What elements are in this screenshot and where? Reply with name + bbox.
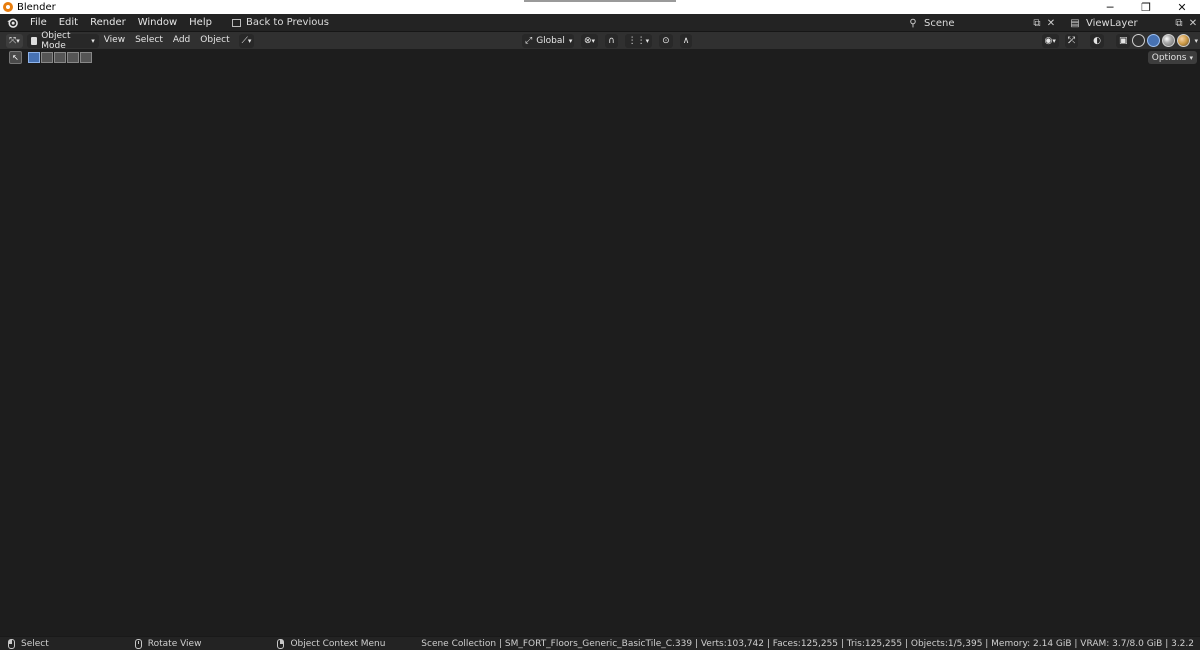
mouse-right-icon	[277, 638, 285, 649]
status-bar: Select Rotate View Object Context Menu S…	[0, 636, 1200, 650]
select-invert-icon[interactable]	[67, 51, 79, 63]
maximize-button[interactable]: ❐	[1128, 0, 1164, 14]
falloff-curve-icon: ∧	[682, 35, 690, 46]
viewport-menu-select[interactable]: Select	[130, 32, 168, 49]
viewport-menu-object[interactable]: Object	[195, 32, 234, 49]
select-extend-icon[interactable]	[41, 51, 53, 63]
snap-increment-icon: ⋮⋮	[627, 35, 646, 46]
overlays-toggle[interactable]: ◐	[1090, 33, 1104, 48]
proportional-icon: ⊙	[662, 35, 670, 46]
pivot-icon: ⊗	[584, 35, 592, 46]
orientation-icon: ⤢	[525, 35, 533, 46]
blender-app-icon	[3, 2, 13, 12]
viewport-menu-view[interactable]: View	[99, 32, 130, 49]
proportional-edit-toggle[interactable]: ⊙	[659, 33, 673, 48]
select-subtract-icon[interactable]	[54, 51, 66, 63]
magnet-icon: ∩	[608, 35, 615, 46]
chevron-down-icon: ▾	[591, 36, 596, 45]
editor-type-button[interactable]: ⤧ ▾	[6, 33, 23, 48]
gizmo-icon: ⤱	[1067, 35, 1076, 46]
menu-window[interactable]: Window	[132, 14, 183, 32]
visibility-dropdown[interactable]: ◉ ▾	[1041, 33, 1059, 48]
window-title-bar: Blender ─ ❐ ✕	[0, 0, 1200, 14]
back-to-previous-button[interactable]: Back to Previous	[226, 17, 335, 28]
scene-statistics: Scene Collection | SM_FORT_Floors_Generi…	[421, 639, 1194, 649]
chevron-down-icon[interactable]: ▾	[1194, 37, 1198, 45]
minimize-button[interactable]: ─	[1092, 0, 1128, 14]
wireframe-shading-icon[interactable]	[1132, 34, 1146, 47]
rendered-shading-icon[interactable]	[1177, 34, 1191, 47]
falloff-dropdown[interactable]: ∧	[679, 33, 693, 48]
chevron-down-icon: ▾	[645, 36, 650, 45]
xray-toggle[interactable]: ▣	[1115, 33, 1131, 48]
snap-toggle[interactable]: ∩	[605, 33, 618, 48]
chevron-down-icon: ▾	[247, 36, 252, 45]
object-mode-label: Object Mode	[41, 30, 71, 51]
select-new-icon[interactable]	[28, 51, 40, 63]
chevron-down-icon: ▾	[568, 36, 573, 45]
window-title: Blender	[17, 1, 56, 13]
new-view-layer-icon[interactable]: ⧉	[1172, 16, 1186, 30]
gpencil-dropdown[interactable]: ⟋ ▾	[238, 33, 255, 48]
hint-select: Select	[8, 638, 49, 649]
solid-shading-icon[interactable]	[1147, 34, 1161, 47]
3d-viewport[interactable]	[0, 32, 1200, 636]
menu-file[interactable]: File	[24, 14, 53, 32]
options-dropdown[interactable]: Options ▾	[1147, 51, 1197, 64]
axes-icon: ⤧	[9, 35, 17, 46]
scene-name: Scene	[924, 17, 955, 29]
object-mode-dropdown[interactable]: Object Mode ▾	[26, 30, 99, 51]
gizmo-toggle[interactable]: ⤱	[1064, 33, 1079, 48]
select-box-tool-icon[interactable]: ↖	[9, 50, 22, 64]
orientation-label: Global	[536, 35, 565, 46]
material-shading-icon[interactable]	[1162, 34, 1176, 47]
scene-selector[interactable]: ⚲ Scene	[902, 16, 1030, 30]
menu-render[interactable]: Render	[84, 14, 132, 32]
menu-help[interactable]: Help	[183, 14, 218, 32]
hint-context-label: Object Context Menu	[290, 638, 386, 649]
new-scene-icon[interactable]: ⧉	[1030, 16, 1044, 30]
chevron-down-icon: ▾	[1052, 36, 1056, 45]
hint-rotate-label: Rotate View	[147, 638, 202, 649]
chevron-down-icon: ▾	[1189, 53, 1193, 62]
options-label: Options	[1151, 52, 1187, 63]
eye-icon: ◉	[1044, 35, 1053, 46]
hint-select-label: Select	[21, 638, 49, 649]
hint-context-menu: Object Context Menu	[277, 638, 386, 649]
view-layer-selector[interactable]: ▤ ViewLayer	[1064, 16, 1172, 30]
close-button[interactable]: ✕	[1164, 0, 1200, 14]
overlays-icon: ◐	[1093, 35, 1101, 46]
chevron-down-icon: ▾	[16, 36, 20, 45]
tool-settings-row: ↖ Options ▾	[0, 49, 1200, 65]
top-menu-bar: File Edit Render Window Help Back to Pre…	[0, 14, 1200, 32]
selection-mode-group	[28, 51, 92, 63]
scene-icon: ⚲	[909, 17, 917, 29]
mouse-middle-icon	[134, 638, 142, 649]
select-intersect-icon[interactable]	[80, 51, 92, 63]
view-layer-name: ViewLayer	[1086, 17, 1138, 29]
menu-edit[interactable]: Edit	[53, 14, 84, 32]
snap-target-dropdown[interactable]: ⋮⋮ ▾	[624, 33, 653, 48]
mouse-left-icon	[8, 638, 15, 649]
blender-logo-icon[interactable]	[0, 14, 24, 32]
hint-rotate-view: Rotate View	[134, 638, 202, 649]
chevron-down-icon: ▾	[91, 36, 95, 45]
view-layer-icon: ▤	[1070, 17, 1080, 29]
xray-icon: ▣	[1118, 35, 1128, 46]
viewport-header: ⤧ ▾ Object Mode ▾ View Select Add Object …	[0, 30, 1200, 51]
delete-scene-icon[interactable]: ✕	[1044, 16, 1058, 30]
transform-orientation-dropdown[interactable]: ⤢ Global ▾	[522, 33, 574, 48]
object-mode-icon	[30, 36, 38, 45]
delete-view-layer-icon[interactable]: ✕	[1186, 16, 1200, 30]
viewport-menu-add[interactable]: Add	[168, 32, 195, 49]
title-drag-indicator	[524, 0, 676, 2]
pivot-point-dropdown[interactable]: ⊗ ▾	[581, 33, 599, 48]
viewport-scene	[0, 32, 1200, 636]
back-to-previous-label: Back to Previous	[245, 17, 329, 28]
screen-icon	[231, 18, 241, 27]
